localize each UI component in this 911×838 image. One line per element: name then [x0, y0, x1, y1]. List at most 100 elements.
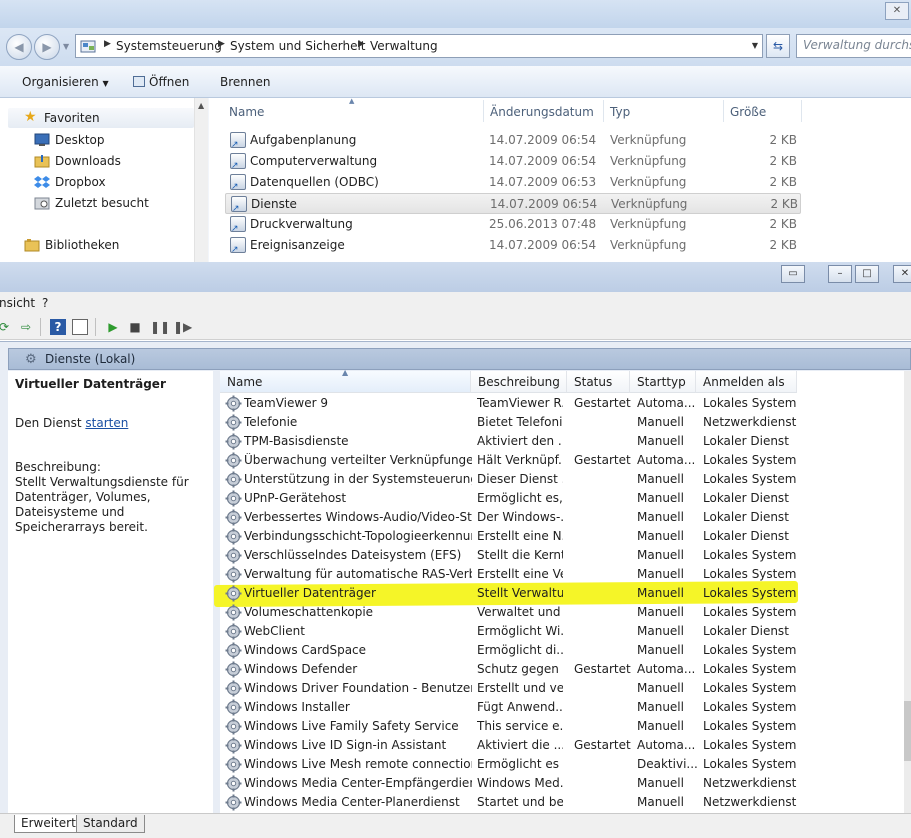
- breadcrumb-arrow-icon[interactable]: ▶: [104, 39, 111, 49]
- service-row[interactable]: TPM-Basisdienste Aktiviert den ... Manuell…: [220, 432, 911, 451]
- service-row[interactable]: Verwaltung für automatische RAS-Verbin..…: [220, 565, 911, 584]
- nav-item-recent[interactable]: Zuletzt besucht: [55, 196, 149, 210]
- back-button[interactable]: ◀: [6, 34, 32, 60]
- service-row[interactable]: TeamViewer 9 TeamViewer R... Gestartet Auto…: [220, 394, 911, 413]
- close-icon[interactable]: ✕: [885, 2, 909, 20]
- column-header-status[interactable]: Status: [567, 371, 630, 393]
- column-label: Anmelden als: [703, 375, 785, 389]
- file-row[interactable]: Datenquellen (ODBC) 14.07.2009 06:53 Ver…: [225, 172, 801, 193]
- file-size: 2 KB: [770, 197, 798, 211]
- burn-button[interactable]: Brennen: [220, 75, 270, 89]
- file-row-selected[interactable]: Dienste 14.07.2009 06:54 Verknüpfung 2 K…: [225, 193, 801, 214]
- service-row[interactable]: Volumeschattenkopie Verwaltet und ... Manu…: [220, 603, 911, 622]
- stop-icon[interactable]: ■: [127, 319, 143, 335]
- column-separator: [603, 100, 604, 122]
- help-icon[interactable]: ?: [50, 319, 66, 335]
- recent-pages-dropdown[interactable]: ▼: [63, 42, 69, 51]
- service-row[interactable]: Windows Installer Fügt Anwend... Manuell Lo…: [220, 698, 911, 717]
- service-startup-type: Manuell: [637, 700, 684, 714]
- menu-help[interactable]: ?: [42, 296, 48, 310]
- tab-extended[interactable]: Erweitert: [14, 815, 83, 833]
- service-row[interactable]: Windows Media Center-Empfängerdienst Wind…: [220, 774, 911, 793]
- breadcrumb-systemsteuerung[interactable]: Systemsteuerung: [116, 39, 222, 53]
- service-row[interactable]: Telefonie Bietet Telefoni... Manuell Netzwe…: [220, 413, 911, 432]
- tab-standard[interactable]: Standard: [76, 815, 145, 833]
- service-row[interactable]: Überwachung verteilter Verknüpfungen (..…: [220, 451, 911, 470]
- service-row[interactable]: WebClient Ermöglicht Wi... Manuell Lokaler …: [220, 622, 911, 641]
- column-header-size[interactable]: Größe: [730, 105, 766, 119]
- service-logon: Lokaler Dienst: [703, 434, 789, 448]
- nav-scrollbar[interactable]: ▲: [194, 98, 208, 262]
- breadcrumb-arrow-icon[interactable]: ▶: [218, 39, 225, 49]
- service-logon: Lokales System: [703, 700, 797, 714]
- service-row[interactable]: Windows Defender Schutz gegen ... Gestarte…: [220, 660, 911, 679]
- service-row[interactable]: Windows Driver Foundation - Benutzerm...…: [220, 679, 911, 698]
- service-description-cell: Erstellt eine N...: [477, 529, 563, 543]
- service-row[interactable]: Windows Live Mesh remote connections... E…: [220, 755, 911, 774]
- file-row[interactable]: Aufgabenplanung 14.07.2009 06:54 Verknüp…: [225, 130, 801, 151]
- open-icon: [133, 76, 145, 87]
- gear-icon: [225, 585, 242, 602]
- breadcrumb-arrow-icon[interactable]: ▶: [358, 39, 365, 49]
- breadcrumb-system-sicherheit[interactable]: System und Sicherheit: [230, 39, 366, 53]
- refresh-button[interactable]: ⇆: [766, 34, 790, 58]
- service-startup-type: Manuell: [637, 776, 684, 790]
- scroll-up-icon[interactable]: ▲: [198, 101, 204, 110]
- file-row[interactable]: Ereignisanzeige 14.07.2009 06:54 Verknüp…: [225, 235, 801, 256]
- nav-libraries[interactable]: Bibliotheken: [45, 238, 119, 252]
- address-row: ◀ ▶ ▼ ▶ Systemsteuerung ▶ System und Sic…: [0, 28, 911, 66]
- restart-icon[interactable]: ❚▶: [173, 319, 192, 335]
- column-header-description[interactable]: Beschreibung: [471, 371, 567, 393]
- column-header-logon[interactable]: Anmelden als: [696, 371, 797, 393]
- chevron-down-icon[interactable]: ▼: [752, 41, 758, 50]
- service-row[interactable]: Windows Media Center-Planerdienst Startet…: [220, 793, 911, 812]
- service-row[interactable]: Verbessertes Windows-Audio/Video-Stre...…: [220, 508, 911, 527]
- service-logon: Lokales System: [703, 757, 797, 771]
- gear-icon: [225, 471, 242, 488]
- properties-icon[interactable]: [72, 319, 88, 335]
- maximize-button[interactable]: □: [855, 265, 879, 283]
- file-row[interactable]: Druckverwaltung 25.06.2013 07:48 Verknüp…: [225, 214, 801, 235]
- close-button[interactable]: ✕: [893, 265, 911, 283]
- organize-button[interactable]: Organisieren ▼: [22, 75, 109, 89]
- services-frame: ⚙ Dienste (Lokal) Virtueller Datenträger…: [0, 341, 911, 814]
- column-header-name[interactable]: Name ▲: [220, 368, 471, 393]
- refresh-icon[interactable]: ⟳: [0, 319, 12, 335]
- column-header-startup-type[interactable]: Starttyp: [630, 371, 696, 393]
- file-row[interactable]: Computerverwaltung 14.07.2009 06:54 Verk…: [225, 151, 801, 172]
- service-row[interactable]: UPnP-Gerätehost Ermöglicht es,... Manuell L…: [220, 489, 911, 508]
- service-row[interactable]: Windows Live Family Safety Service This s…: [220, 717, 911, 736]
- address-bar[interactable]: ▶ Systemsteuerung ▶ System und Sicherhei…: [75, 34, 763, 58]
- restore-icon[interactable]: ▭: [781, 265, 805, 283]
- column-header-date[interactable]: Änderungsdatum: [490, 105, 594, 119]
- menu-view[interactable]: nsicht: [0, 296, 35, 310]
- file-size: 2 KB: [769, 217, 797, 231]
- service-row[interactable]: Windows CardSpace Ermöglicht di... Manuell…: [220, 641, 911, 660]
- search-input[interactable]: Verwaltung durchsuchen: [796, 34, 911, 58]
- service-description-cell: Schutz gegen ...: [477, 662, 563, 676]
- nav-favorites[interactable]: Favoriten: [44, 111, 100, 125]
- service-logon: Netzwerkdienst: [703, 795, 797, 809]
- export-icon[interactable]: ⇨: [18, 319, 34, 335]
- column-header-name[interactable]: Name: [229, 105, 264, 119]
- nav-item-dropbox[interactable]: Dropbox: [55, 175, 106, 189]
- service-name: TPM-Basisdienste: [244, 434, 349, 448]
- nav-item-downloads[interactable]: Downloads: [55, 154, 121, 168]
- play-icon[interactable]: ▶: [105, 319, 121, 335]
- forward-button[interactable]: ▶: [34, 34, 60, 60]
- service-row[interactable]: Windows Live ID Sign-in Assistant Aktivie…: [220, 736, 911, 755]
- column-header-type[interactable]: Typ: [610, 105, 630, 119]
- nav-item-desktop[interactable]: Desktop: [55, 133, 105, 147]
- service-row[interactable]: Verschlüsselndes Dateisystem (EFS) Stellt…: [220, 546, 911, 565]
- service-row[interactable]: Verbindungsschicht-Topologieerkennun... E…: [220, 527, 911, 546]
- service-row[interactable]: Unterstützung in der Systemsteuerung u..…: [220, 470, 911, 489]
- pause-icon[interactable]: ❚❚: [150, 319, 170, 335]
- start-service-link[interactable]: starten: [85, 416, 128, 430]
- file-type: Verknüpfung: [610, 238, 687, 252]
- open-button[interactable]: Öffnen: [133, 75, 189, 89]
- minimize-button[interactable]: –: [828, 265, 852, 283]
- service-startup-type: Manuell: [637, 586, 684, 600]
- service-row[interactable]: Virtueller Datenträger Stellt Verwaltu...…: [220, 584, 911, 603]
- star-icon: ★: [24, 109, 37, 125]
- breadcrumb-verwaltung[interactable]: Verwaltung: [370, 39, 438, 53]
